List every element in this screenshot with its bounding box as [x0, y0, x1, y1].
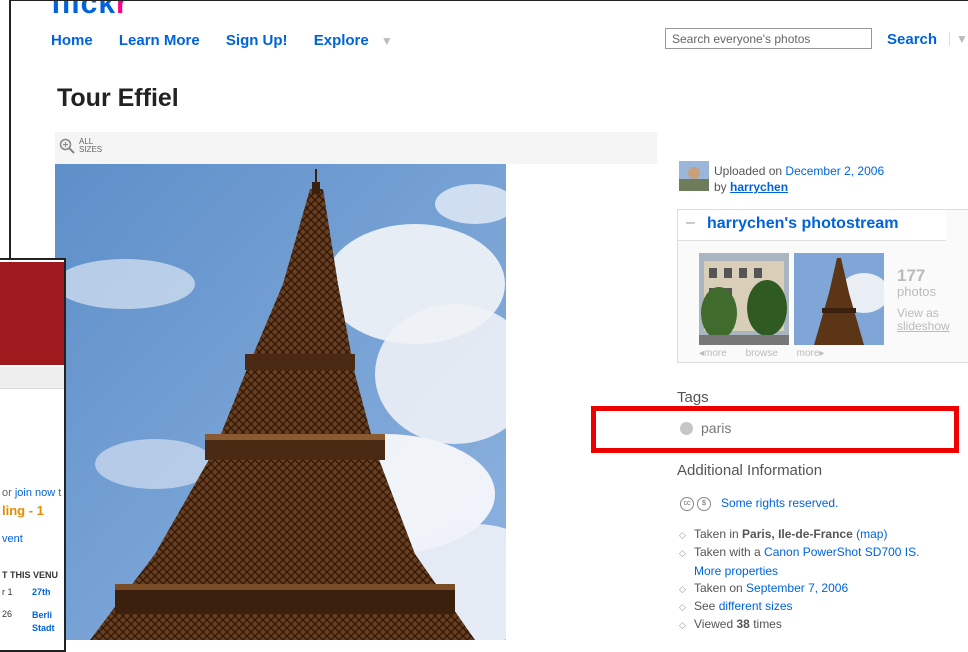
uploaded-date: Uploaded on December 2, 2006: [714, 164, 885, 178]
overlay-header: [0, 262, 64, 365]
list-item: More properties: [679, 563, 919, 580]
list-item: ◇ Taken in Paris, Ile-de-France (map): [679, 527, 888, 541]
search-button[interactable]: Search: [887, 31, 937, 48]
list-item: ◇ Taken with a Canon PowerShot SD700 IS.: [679, 545, 920, 560]
overlay-heading: ling - 1: [2, 503, 44, 518]
search-input[interactable]: Search everyone's photos: [665, 28, 872, 49]
eiffel-tower-image: [55, 164, 506, 640]
tags-heading: Tags: [677, 389, 709, 406]
list-item: ◇ Taken on September 7, 2006: [679, 580, 849, 595]
photostream-title[interactable]: harrychen's photostream: [707, 215, 898, 233]
more-prev-link[interactable]: ◂more: [699, 348, 727, 359]
overlay-row1-date: r 1: [2, 587, 13, 597]
uploaded-by: by harrychen: [714, 180, 789, 194]
photostream-thumb-current[interactable]: [794, 253, 884, 345]
some-rights-link[interactable]: Some rights reserved.: [721, 496, 838, 510]
tag-paris[interactable]: paris: [701, 420, 731, 436]
photo-toolbar: ALL SIZES: [55, 132, 657, 164]
different-sizes-link[interactable]: different sizes: [719, 599, 793, 613]
overlay-join-text: or join now t: [2, 487, 62, 499]
uploader-link[interactable]: harrychen: [730, 180, 788, 194]
top-nav: Home Learn More Sign Up! Explore ▼: [51, 32, 415, 49]
additional-info-heading: Additional Information: [677, 462, 823, 479]
collapse-icon[interactable]: –: [686, 214, 695, 232]
logo-text: flickr: [51, 0, 129, 20]
overlay-row2-date: 26: [2, 609, 13, 619]
photo-count-label: photos: [897, 284, 937, 299]
taken-on-date-link[interactable]: September 7, 2006: [746, 581, 848, 595]
overlay-window: or join now t ling - 1 vent T THIS VENU …: [0, 258, 66, 652]
join-now-link[interactable]: join now: [15, 487, 55, 499]
all-sizes-button[interactable]: ALL SIZES: [59, 138, 102, 154]
tag-highlight-box: [591, 406, 959, 453]
photostream-thumb-prev[interactable]: [699, 253, 789, 345]
view-count: 38: [736, 617, 750, 632]
main-photo[interactable]: [55, 164, 506, 640]
camera-link[interactable]: Canon PowerShot SD700 IS.: [764, 545, 919, 559]
photostream-box: – harrychen's photostream 177 photos Vie…: [677, 209, 968, 363]
nav-explore[interactable]: Explore: [314, 32, 369, 49]
search-dropdown-icon[interactable]: ▼: [949, 32, 968, 46]
nav-sign-up[interactable]: Sign Up!: [226, 32, 288, 49]
more-next-link[interactable]: more▸: [797, 348, 825, 359]
uploaded-date-link[interactable]: December 2, 2006: [785, 164, 884, 178]
cc-nc-icon: $: [697, 497, 711, 511]
list-item: ◇ See different sizes: [679, 599, 793, 614]
more-properties-link[interactable]: More properties: [694, 564, 778, 578]
cc-license-icons: cc $: [680, 497, 711, 511]
main-browser-window: flickr Home Learn More Sign Up! Explore …: [9, 0, 968, 640]
all-sizes-line2: SIZES: [79, 145, 103, 154]
overlay-tab-strip: [0, 367, 64, 389]
browse-link[interactable]: browse: [746, 348, 778, 359]
buddy-icon[interactable]: [679, 161, 709, 191]
page-title: Tour Effiel: [57, 84, 179, 112]
nav-learn-more[interactable]: Learn More: [119, 32, 200, 49]
photo-count: 177: [897, 266, 926, 285]
cc-by-icon: cc: [680, 497, 694, 511]
nav-home[interactable]: Home: [51, 32, 93, 49]
explore-dropdown-icon[interactable]: ▼: [381, 34, 393, 48]
photostream-header: – harrychen's photostream: [678, 210, 946, 241]
place-name: Paris, Ile-de-France: [742, 527, 853, 541]
view-as-slideshow[interactable]: View as slideshow: [897, 307, 950, 333]
tag-globe-icon: [680, 422, 693, 435]
overlay-row1-link[interactable]: 27th: [32, 587, 51, 597]
slideshow-link[interactable]: slideshow: [897, 320, 950, 333]
list-item: ◇ Viewed 38 times: [679, 617, 782, 632]
overlay-event-link[interactable]: vent: [2, 533, 23, 545]
map-link[interactable]: (map): [856, 527, 887, 541]
photostream-nav: ◂more browse more▸: [699, 348, 840, 359]
additional-info-list: ◇ Taken in Paris, Ile-de-France (map) ◇ Ta…: [679, 526, 919, 635]
overlay-row2-link[interactable]: Berli Stadt: [32, 609, 55, 635]
magnifier-icon: [59, 138, 75, 154]
overlay-venue-heading: T THIS VENU: [2, 570, 59, 580]
flickr-logo[interactable]: flickr: [51, 0, 129, 21]
